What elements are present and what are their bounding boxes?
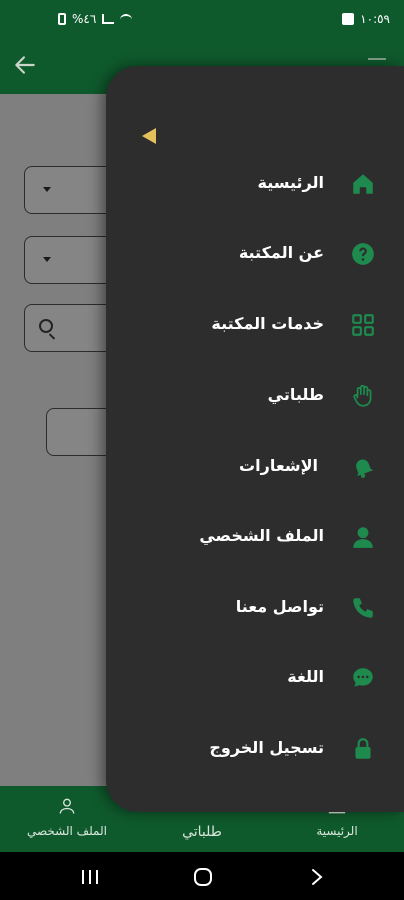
drawer-item-label: الإشعارات xyxy=(239,456,318,475)
status-left: %٤٦ xyxy=(58,12,133,26)
drawer-item-logout[interactable]: تسجيل الخروج xyxy=(106,726,404,772)
battery-text: %٤٦ xyxy=(72,12,97,26)
lock-icon xyxy=(350,736,376,762)
bell-icon xyxy=(350,454,376,480)
person-icon xyxy=(350,524,376,550)
status-bar: %٤٦ ١٠:٥٩ xyxy=(0,0,404,38)
drawer-item-label: طلباتي xyxy=(267,385,324,404)
battery-saver-icon xyxy=(58,13,66,25)
chevron-right-icon[interactable] xyxy=(302,866,332,888)
bottom-nav-home-label: الرئيسية xyxy=(316,824,358,838)
drawer-item-label: خدمات المكتبة xyxy=(211,314,324,333)
wifi-icon xyxy=(120,14,133,24)
drawer-item-label: الملف الشخصي xyxy=(199,526,324,545)
home-icon xyxy=(350,171,376,197)
hand-icon xyxy=(350,383,376,409)
drawer-item-label: تواصل معنا xyxy=(235,597,324,616)
drawer-item-notifications[interactable]: الإشعارات xyxy=(106,444,404,490)
drawer-item-label: الرئيسية xyxy=(257,173,325,192)
status-right: ١٠:٥٩ xyxy=(342,12,390,26)
drawer-item-contact[interactable]: تواصل معنا xyxy=(106,585,404,631)
drawer-item-home[interactable]: الرئيسية xyxy=(106,161,404,207)
clock-time: ١٠:٥٩ xyxy=(360,12,390,26)
help-circle-icon xyxy=(350,241,376,267)
navigation-drawer: الرئيسية عن المكتبة خدمات المكتبة طلباتي… xyxy=(106,66,404,812)
recent-apps-icon[interactable] xyxy=(76,866,106,888)
drawer-item-requests[interactable]: طلباتي xyxy=(106,373,404,419)
system-navigation-bar xyxy=(0,852,404,900)
drawer-item-label: تسجيل الخروج xyxy=(209,738,324,757)
drawer-item-label: اللغة xyxy=(287,667,324,686)
home-button-icon[interactable] xyxy=(188,866,218,888)
calendar-icon xyxy=(342,13,355,25)
grid-icon xyxy=(350,312,376,338)
signal-icon xyxy=(102,14,115,24)
bottom-nav-profile-label: الملف الشخصي xyxy=(27,824,107,838)
person-outline-icon xyxy=(59,798,75,814)
drawer-item-label: عن المكتبة xyxy=(238,243,324,262)
back-arrow-icon[interactable] xyxy=(12,52,38,78)
collapse-arrow-icon[interactable] xyxy=(142,128,156,144)
drawer-item-language[interactable]: اللغة xyxy=(106,655,404,701)
drawer-item-profile[interactable]: الملف الشخصي xyxy=(106,514,404,560)
bottom-nav-requests-label: طلباتي xyxy=(182,824,222,840)
chat-bubble-icon xyxy=(350,665,376,691)
menu-icon[interactable] xyxy=(368,58,386,60)
drawer-item-about[interactable]: عن المكتبة xyxy=(106,231,404,277)
drawer-item-services[interactable]: خدمات المكتبة xyxy=(106,302,404,348)
phone-icon xyxy=(350,595,376,621)
